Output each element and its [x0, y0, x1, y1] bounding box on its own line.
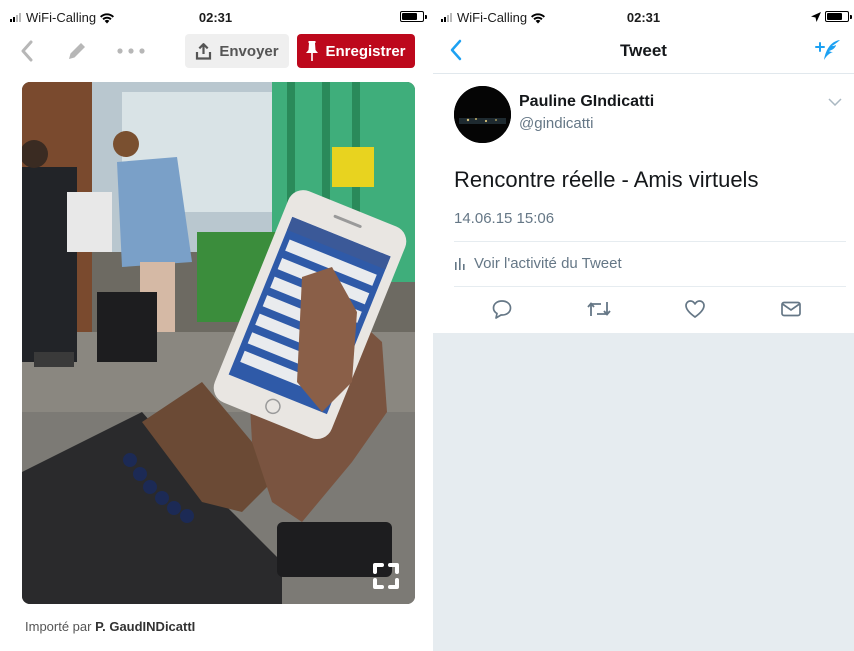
tweet-nav-bar: Tweet	[433, 34, 854, 74]
ellipsis-icon[interactable]	[117, 48, 145, 54]
direct-message-icon[interactable]	[780, 298, 802, 320]
send-button[interactable]: Envoyer	[185, 34, 289, 68]
replies-area	[433, 333, 854, 651]
page-title: Tweet	[620, 41, 667, 60]
tweet-activity-link[interactable]: Voir l'activité du Tweet	[454, 255, 622, 272]
author-handle[interactable]: @gindicatti	[519, 115, 593, 132]
credit-prefix: Importé par	[25, 619, 92, 634]
tweet-timestamp: 14.06.15 15:06	[454, 210, 555, 227]
save-button-label: Enregistrer	[325, 42, 406, 60]
send-button-label: Envoyer	[219, 42, 279, 60]
pinterest-screen: WiFi-Calling 02:31 Envoyer Enregistrer I…	[0, 0, 431, 651]
credit-author-link[interactable]: P. GaudINDicattI	[95, 619, 195, 634]
photo-illustration	[22, 82, 415, 604]
chevron-left-icon[interactable]	[20, 40, 34, 62]
battery-icon	[825, 11, 852, 22]
like-icon[interactable]	[684, 298, 706, 320]
divider	[454, 241, 846, 242]
status-time: 02:31	[198, 10, 233, 25]
save-button[interactable]: Enregistrer	[297, 34, 415, 68]
pin-toolbar: Envoyer Enregistrer	[0, 34, 431, 68]
divider	[454, 286, 846, 287]
reply-icon[interactable]	[491, 298, 513, 320]
compose-tweet-icon[interactable]	[814, 38, 842, 64]
twitter-screen: WiFi-Calling 02:31 Tweet Pauline GIndica…	[433, 0, 854, 651]
pin-photo[interactable]	[22, 82, 415, 604]
share-upload-icon	[196, 42, 212, 60]
battery-icon	[400, 11, 427, 22]
location-arrow-icon	[811, 12, 821, 22]
fullscreen-icon[interactable]	[372, 562, 400, 590]
status-bar: WiFi-Calling 02:31	[0, 0, 431, 34]
author-name[interactable]: Pauline GIndicatti	[519, 93, 654, 111]
pencil-icon[interactable]	[66, 40, 88, 62]
tweet-activity-label: Voir l'activité du Tweet	[474, 255, 622, 272]
bar-chart-icon	[455, 258, 465, 270]
author-avatar[interactable]	[454, 86, 511, 143]
pin-credit: Importé par P. GaudINDicattI	[25, 619, 195, 634]
pushpin-icon	[306, 41, 319, 61]
status-bar: WiFi-Calling 02:31	[433, 0, 854, 34]
tweet-actions	[433, 298, 854, 324]
chevron-down-icon[interactable]	[828, 98, 842, 106]
status-time: 02:31	[626, 10, 661, 25]
retweet-icon[interactable]	[586, 298, 612, 320]
tweet-text: Rencontre réelle - Amis virtuels	[454, 167, 759, 192]
